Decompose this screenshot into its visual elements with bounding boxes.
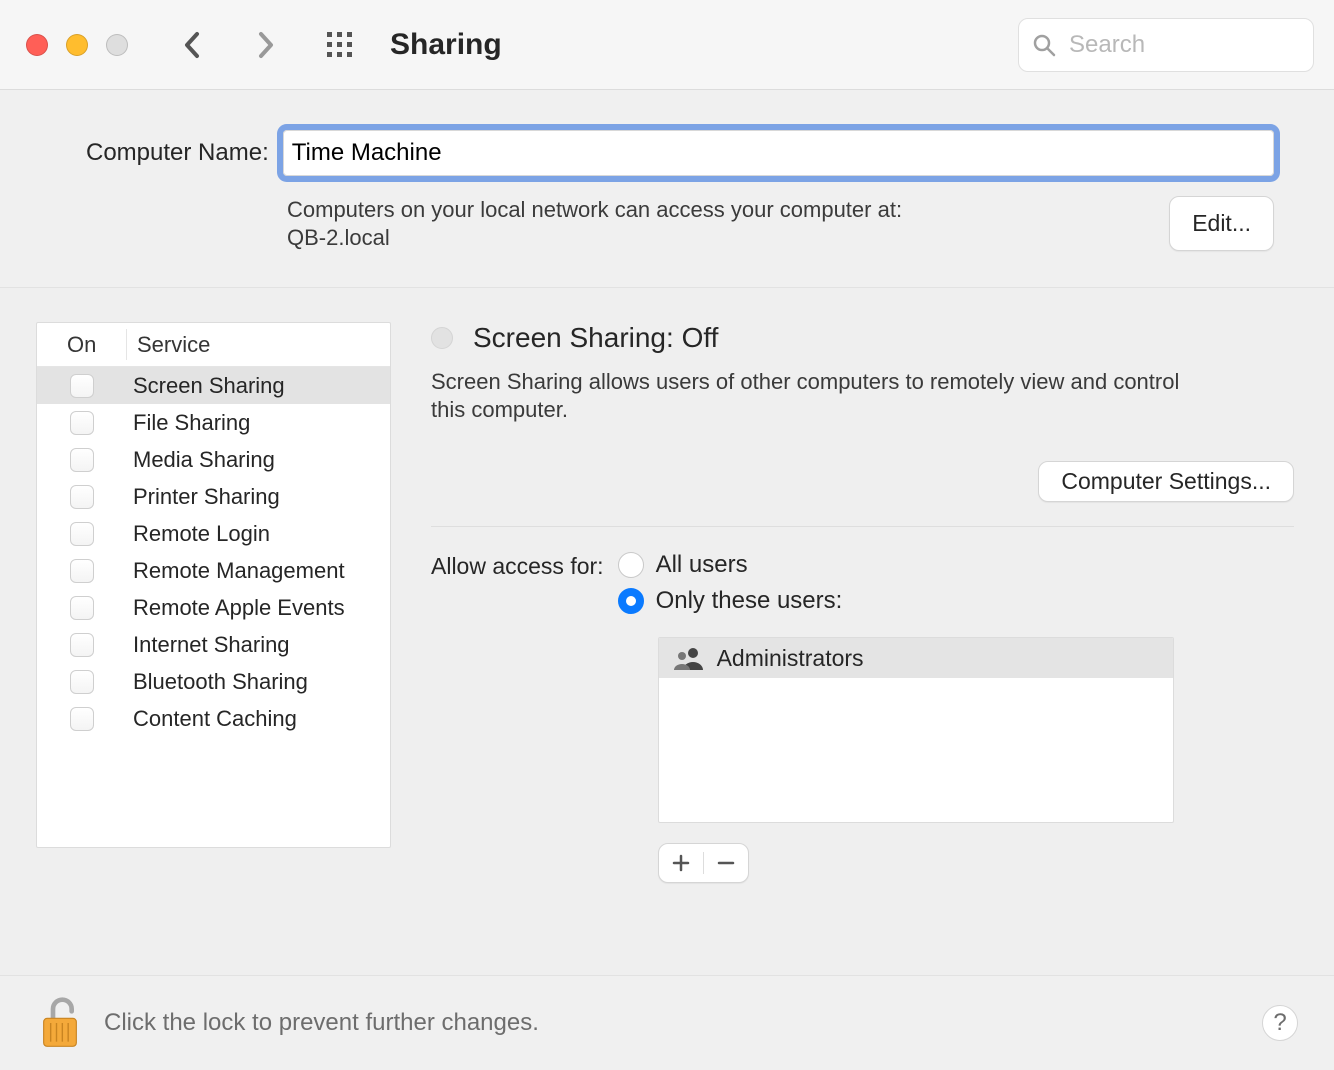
service-row[interactable]: Bluetooth Sharing xyxy=(37,663,390,700)
radio-all-label: All users xyxy=(656,551,748,579)
service-name: Content Caching xyxy=(127,706,297,732)
service-checkbox[interactable] xyxy=(70,374,94,398)
plus-icon xyxy=(671,853,691,873)
grid-icon xyxy=(325,30,355,60)
search-icon xyxy=(1032,33,1056,57)
service-row[interactable]: Remote Apple Events xyxy=(37,589,390,626)
header-service: Service xyxy=(127,332,210,358)
services-rows: Screen Sharing File Sharing Media Sharing P… xyxy=(37,367,390,737)
divider xyxy=(431,526,1294,527)
service-name: Remote Apple Events xyxy=(127,595,345,621)
service-name: Remote Login xyxy=(127,521,270,547)
computer-name-section: Computer Name: Computers on your local n… xyxy=(0,90,1334,288)
search-input[interactable] xyxy=(1018,18,1314,72)
chevron-right-icon xyxy=(255,30,275,60)
service-row[interactable]: File Sharing xyxy=(37,404,390,441)
services-header: On Service xyxy=(37,323,390,367)
status-row: Screen Sharing: Off xyxy=(431,322,1294,354)
maximize-window-button xyxy=(106,34,128,56)
service-name: Bluetooth Sharing xyxy=(127,669,308,695)
service-checkbox[interactable] xyxy=(70,448,94,472)
detail-pane: Screen Sharing: Off Screen Sharing allow… xyxy=(391,322,1294,988)
computer-name-focus-ring xyxy=(283,130,1274,176)
service-row[interactable]: Internet Sharing xyxy=(37,626,390,663)
service-row[interactable]: Remote Management xyxy=(37,552,390,589)
lock-icon[interactable] xyxy=(36,995,84,1051)
search-wrap xyxy=(1018,18,1314,72)
user-name: Administrators xyxy=(717,645,864,672)
header-on: On xyxy=(37,329,127,359)
computer-name-label: Computer Name: xyxy=(86,139,269,167)
lock-text: Click the lock to prevent further change… xyxy=(104,1009,539,1037)
service-checkbox[interactable] xyxy=(70,522,94,546)
main: On Service Screen Sharing File Sharing Med… xyxy=(0,288,1334,988)
edit-button[interactable]: Edit... xyxy=(1169,196,1274,251)
service-name: Screen Sharing xyxy=(127,373,285,399)
service-name: File Sharing xyxy=(127,410,250,436)
minimize-window-button[interactable] xyxy=(66,34,88,56)
footer: Click the lock to prevent further change… xyxy=(0,975,1334,1070)
status-indicator-icon xyxy=(431,327,453,349)
service-name: Printer Sharing xyxy=(127,484,280,510)
forward-button[interactable] xyxy=(250,30,280,60)
radio-only-label: Only these users: xyxy=(656,587,843,615)
nav-arrows xyxy=(178,30,280,60)
add-user-button[interactable] xyxy=(659,844,703,882)
add-remove-control xyxy=(658,843,749,883)
window-controls xyxy=(26,34,128,56)
service-row[interactable]: Printer Sharing xyxy=(37,478,390,515)
service-name: Internet Sharing xyxy=(127,632,290,658)
allow-access-label: Allow access for: xyxy=(431,551,604,580)
radio-all-users[interactable]: All users xyxy=(618,551,1174,579)
service-row[interactable]: Remote Login xyxy=(37,515,390,552)
user-row[interactable]: Administrators xyxy=(659,638,1173,678)
service-name: Remote Management xyxy=(127,558,345,584)
service-checkbox[interactable] xyxy=(70,411,94,435)
network-info-line1: Computers on your local network can acce… xyxy=(287,197,902,222)
services-table: On Service Screen Sharing File Sharing Med… xyxy=(36,322,391,848)
service-checkbox[interactable] xyxy=(70,596,94,620)
users-icon xyxy=(673,646,703,670)
computer-name-input[interactable] xyxy=(283,130,1274,176)
access-radio-group: All users Only these users: Administrato… xyxy=(618,551,1174,883)
remove-user-button[interactable] xyxy=(704,844,748,882)
back-button[interactable] xyxy=(178,30,208,60)
service-checkbox[interactable] xyxy=(70,707,94,731)
service-row[interactable]: Content Caching xyxy=(37,700,390,737)
service-description: Screen Sharing allows users of other com… xyxy=(431,368,1181,423)
radio-icon xyxy=(618,552,644,578)
status-text: Screen Sharing: Off xyxy=(473,322,718,354)
users-list[interactable]: Administrators xyxy=(658,637,1174,823)
page-title: Sharing xyxy=(390,28,502,62)
service-checkbox[interactable] xyxy=(70,559,94,583)
service-checkbox[interactable] xyxy=(70,670,94,694)
service-row[interactable]: Media Sharing xyxy=(37,441,390,478)
minus-icon xyxy=(716,853,736,873)
chevron-left-icon xyxy=(183,30,203,60)
service-checkbox[interactable] xyxy=(70,485,94,509)
network-info-line2: QB-2.local xyxy=(287,225,390,250)
help-button[interactable]: ? xyxy=(1262,1005,1298,1041)
service-name: Media Sharing xyxy=(127,447,275,473)
radio-icon xyxy=(618,588,644,614)
show-all-button[interactable] xyxy=(320,25,360,65)
toolbar: Sharing xyxy=(0,0,1334,90)
network-info-text: Computers on your local network can acce… xyxy=(287,196,902,251)
service-checkbox[interactable] xyxy=(70,633,94,657)
close-window-button[interactable] xyxy=(26,34,48,56)
computer-settings-button[interactable]: Computer Settings... xyxy=(1038,461,1294,502)
service-row[interactable]: Screen Sharing xyxy=(37,367,390,404)
access-row: Allow access for: All users Only these u… xyxy=(431,551,1294,883)
radio-only-users[interactable]: Only these users: xyxy=(618,587,1174,615)
